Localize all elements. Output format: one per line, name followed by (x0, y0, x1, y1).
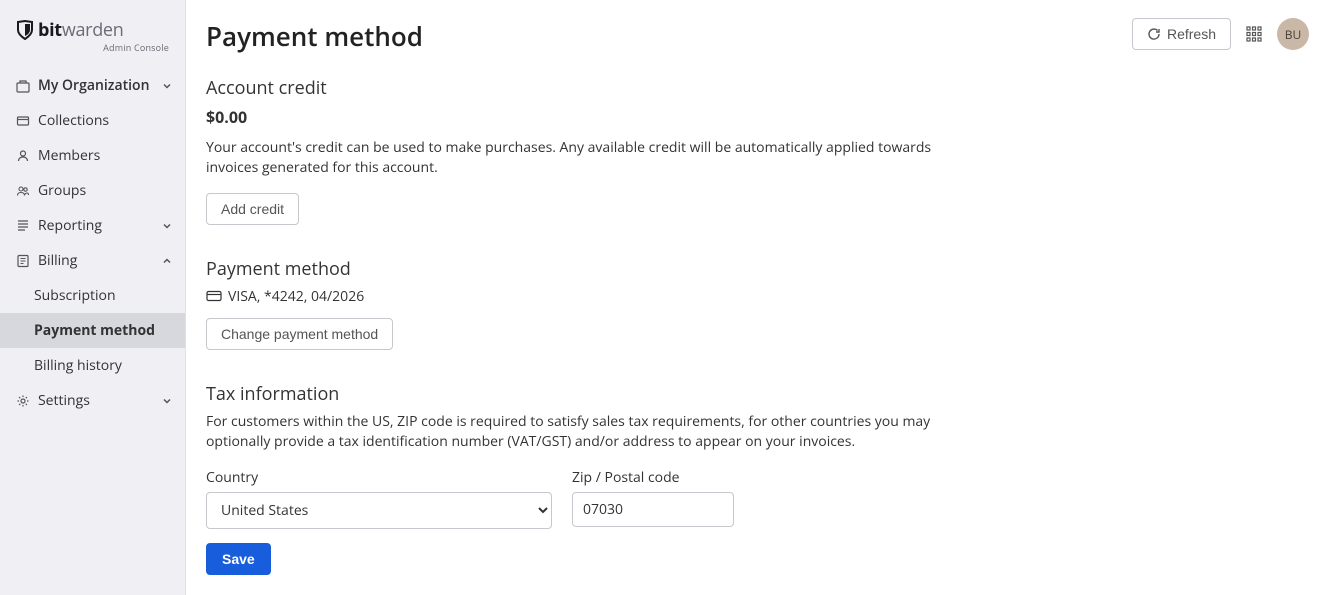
sidebar-item-groups[interactable]: Groups (0, 173, 185, 208)
nav-label: Payment method (34, 321, 173, 340)
collections-icon (16, 114, 30, 128)
sidebar-item-subscription[interactable]: Subscription (0, 278, 185, 313)
nav-label: Billing history (34, 356, 173, 375)
tax-description: For customers within the US, ZIP code is… (206, 412, 966, 453)
app-switcher-icon[interactable] (1245, 25, 1263, 43)
add-credit-button[interactable]: Add credit (206, 193, 299, 225)
brand-logo: bitwarden Admin Console (0, 0, 185, 64)
sidebar-item-billing[interactable]: Billing (0, 243, 185, 278)
refresh-button[interactable]: Refresh (1132, 18, 1231, 50)
page-header: Payment method Refresh BU (206, 18, 1309, 54)
logo-text: bitwarden (38, 18, 123, 42)
members-icon (16, 149, 30, 163)
main-content: Payment method Refresh BU Account credit… (186, 0, 1329, 595)
card-details: VISA, *4242, 04/2026 (228, 287, 364, 306)
chevron-up-icon (161, 255, 173, 267)
nav-label: Subscription (34, 286, 173, 305)
refresh-label: Refresh (1167, 26, 1216, 42)
groups-icon (16, 184, 30, 198)
chevron-down-icon (161, 395, 173, 407)
account-credit-heading: Account credit (206, 76, 966, 100)
credit-card-icon (206, 289, 222, 303)
billing-icon (16, 254, 30, 268)
sidebar: bitwarden Admin Console My Organization … (0, 0, 186, 595)
logo-subtitle: Admin Console (16, 41, 169, 54)
avatar[interactable]: BU (1277, 18, 1309, 50)
gear-icon (16, 394, 30, 408)
sidebar-nav: My Organization Collections Members (0, 64, 185, 418)
credit-description: Your account's credit can be used to mak… (206, 138, 966, 179)
sidebar-item-collections[interactable]: Collections (0, 103, 185, 138)
nav-label: Billing (38, 251, 153, 270)
tax-heading: Tax information (206, 382, 966, 406)
reporting-icon (16, 219, 30, 233)
change-payment-method-button[interactable]: Change payment method (206, 318, 393, 350)
tax-information-section: Tax information For customers within the… (206, 382, 966, 576)
payment-method-section: Payment method VISA, *4242, 04/2026 Chan… (206, 257, 966, 350)
zip-label: Zip / Postal code (572, 468, 734, 487)
nav-label: Settings (38, 391, 153, 410)
refresh-icon (1147, 27, 1161, 41)
save-button[interactable]: Save (206, 543, 271, 575)
country-field-group: Country United States (206, 468, 552, 529)
organization-icon (16, 79, 30, 93)
nav-label: Members (38, 146, 173, 165)
zip-input[interactable] (572, 492, 734, 527)
sidebar-item-reporting[interactable]: Reporting (0, 208, 185, 243)
sidebar-item-settings[interactable]: Settings (0, 383, 185, 418)
shield-logo-icon (16, 21, 34, 39)
nav-label: Reporting (38, 216, 153, 235)
sidebar-item-my-organization[interactable]: My Organization (0, 68, 185, 103)
account-credit-section: Account credit $0.00 Your account's cred… (206, 76, 966, 225)
sidebar-item-members[interactable]: Members (0, 138, 185, 173)
payment-method-heading: Payment method (206, 257, 966, 281)
credit-amount: $0.00 (206, 106, 966, 128)
page-title: Payment method (206, 18, 423, 54)
country-select[interactable]: United States (206, 492, 552, 529)
zip-field-group: Zip / Postal code (572, 468, 734, 529)
header-actions: Refresh BU (1132, 18, 1309, 50)
country-label: Country (206, 468, 552, 487)
sidebar-item-billing-history[interactable]: Billing history (0, 348, 185, 383)
nav-label: Groups (38, 181, 173, 200)
nav-label: My Organization (38, 76, 153, 95)
chevron-down-icon (161, 80, 173, 92)
sidebar-item-payment-method[interactable]: Payment method (0, 313, 185, 348)
chevron-down-icon (161, 220, 173, 232)
nav-label: Collections (38, 111, 173, 130)
